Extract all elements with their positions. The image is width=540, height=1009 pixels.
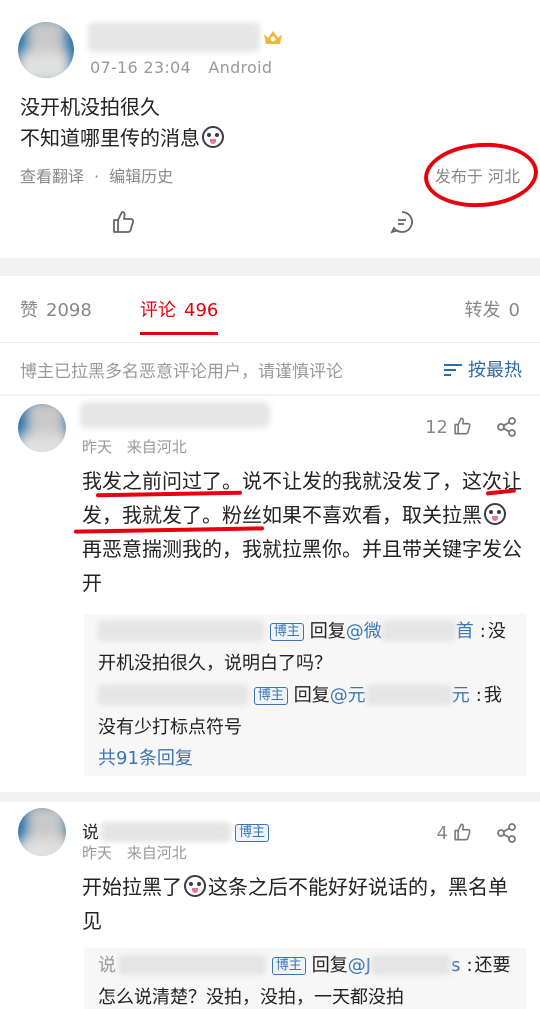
reply-mention[interactable]: @J [348, 955, 371, 976]
mention-blurred [371, 955, 452, 975]
share-icon[interactable] [496, 416, 518, 438]
doge-emoji-icon [484, 503, 506, 525]
poster-avatar[interactable] [18, 22, 74, 78]
weibo-post: 07-16 23:04 Android 没开机没拍很久 不知道哪里传的消息 查看… [0, 0, 540, 258]
commenter-avatar[interactable] [18, 808, 66, 856]
comments-tab[interactable]: 评论 496 [140, 296, 219, 335]
sort-label: 按最热 [468, 360, 522, 381]
comment-item: 昨天 来自河北 12 我发之前问过了。说不让发的我就没发了，这次让发，我就发了。… [0, 396, 540, 792]
thumb-up-icon [454, 823, 471, 841]
reply-author-blurred [98, 685, 248, 705]
poster-name-blurred[interactable] [88, 22, 260, 52]
reply-prefix: 回复 [311, 955, 348, 976]
mention-blurred [381, 621, 456, 641]
comment-notice-bar: 博主已拉黑多名恶意评论用户，请谨慎评论 按最热 [0, 342, 540, 394]
reposts-tab[interactable]: 转发 0 [465, 296, 520, 322]
post-device: Android [208, 58, 273, 77]
reply-colon: : [466, 955, 473, 976]
comment-like-count: 12 [425, 417, 448, 438]
doge-emoji-icon [202, 126, 224, 148]
red-circle-annotation [421, 139, 540, 211]
commenter-name-char: 说 [82, 823, 99, 843]
commenter-name-blurred [101, 822, 231, 842]
doge-emoji-icon [184, 875, 206, 897]
reply-colon: : [475, 685, 482, 706]
reply-colon: : [479, 621, 486, 642]
comments-label: 评论 [140, 300, 176, 321]
thumb-up-icon [454, 417, 471, 435]
vip-crown-icon [264, 31, 282, 44]
reply-mention-tail: 首 [455, 621, 474, 642]
comment-meta: 昨天 来自河北 [82, 436, 187, 457]
reply-author-blurred [98, 621, 264, 641]
comment-item: 说博主 昨天 来自河北 4 开始拉黑了 这条之后不能好好说话的，黑名单见 说 博主… [0, 802, 540, 1009]
commenter-avatar[interactable] [18, 404, 66, 452]
reply-item[interactable]: 博主 回复@微首: 没开机没拍很久，说明白了吗？ [98, 616, 518, 680]
blocked-users-notice: 博主已拉黑多名恶意评论用户，请谨慎评论 [20, 362, 343, 382]
post-meta: 07-16 23:04 Android [90, 58, 272, 77]
comment-text-part: 开始拉黑了 [82, 875, 182, 899]
comment-time: 昨天 [82, 438, 113, 456]
divider [0, 792, 540, 802]
post-stats-bar: 赞 2098 评论 496 转发 0 [0, 276, 540, 342]
reply-mention-tail: 元 [451, 685, 470, 706]
comment-like-button[interactable]: 4 [437, 822, 472, 844]
reply-author-blurred [118, 955, 266, 975]
commenter-name[interactable]: 说 博主 [82, 818, 275, 843]
reposts-count: 0 [508, 300, 520, 321]
comment-like-count: 4 [436, 823, 448, 844]
reply-prefix: 回复 [293, 685, 330, 706]
reply-author-char: 说 [98, 955, 116, 976]
post-body-line: 不知道哪里传的消息 [20, 126, 200, 150]
likes-label: 赞 [20, 300, 38, 321]
thumb-up-icon[interactable] [110, 209, 136, 235]
post-secondary-actions: 查看翻译 · 编辑历史 [20, 163, 173, 187]
replies-box: 说 博主 回复@J s: 还要怎么说清楚？没拍，没拍，一天都没拍 [84, 948, 526, 1009]
post-body-line: 没开机没拍很久 [20, 95, 160, 119]
commenter-name-blurred[interactable] [80, 402, 270, 428]
translate-link[interactable]: 查看翻译 [20, 167, 84, 186]
comment-time: 昨天 [82, 844, 113, 862]
replies-box: 博主 回复@微首: 没开机没拍很久，说明白了吗？ 博主 回复@元元: 我没有少打标点符号… [84, 614, 526, 776]
separator-dot: · [94, 167, 100, 186]
reply-mention[interactable]: @微 [346, 621, 382, 642]
comment-text-part: 我发之前问过了。说不让发的我就没发了，这次让发，我就发了。粉丝如果不喜欢看，取关… [82, 469, 522, 527]
post-body: 没开机没拍很久 不知道哪里传的消息 [20, 92, 226, 154]
edit-history-link[interactable]: 编辑历史 [109, 167, 173, 186]
likes-tab[interactable]: 赞 2098 [20, 296, 92, 322]
reply-prefix: 回复 [309, 621, 346, 642]
comment-meta: 昨天 来自河北 [82, 842, 187, 863]
author-badge: 博主 [235, 824, 270, 842]
likes-count: 2098 [46, 300, 92, 321]
reply-item[interactable]: 博主 回复@元元: 我没有少打标点符号 [98, 680, 518, 744]
comment-text: 开始拉黑了 这条之后不能好好说话的，黑名单见 [82, 870, 522, 938]
post-time: 07-16 23:04 [90, 58, 191, 77]
sort-by-hot-button[interactable]: 按最热 [444, 356, 522, 382]
author-badge: 博主 [271, 957, 306, 975]
author-badge: 博主 [269, 623, 304, 641]
reply-mention-tail: s [451, 955, 461, 976]
reply-item[interactable]: 说 博主 回复@J s: 还要怎么说清楚？没拍，没拍，一天都没拍 [98, 950, 518, 1009]
share-icon[interactable] [496, 822, 518, 844]
comment-location: 来自河北 [126, 438, 187, 456]
comment-text-part: 再恶意揣测我的，我就拉黑你。并且带关键字发公开 [82, 537, 522, 595]
sort-icon [444, 363, 462, 377]
mention-blurred [365, 685, 452, 705]
comment-location: 来自河北 [126, 844, 187, 862]
view-all-replies-link[interactable]: 共91条回复 [98, 744, 193, 770]
reposts-label: 转发 [464, 300, 501, 321]
comments-count: 496 [184, 300, 219, 321]
reply-mention[interactable]: @元 [330, 685, 366, 706]
author-badge: 博主 [253, 687, 288, 705]
comment-like-button[interactable]: 12 [425, 416, 472, 438]
comment-icon[interactable] [389, 209, 415, 235]
